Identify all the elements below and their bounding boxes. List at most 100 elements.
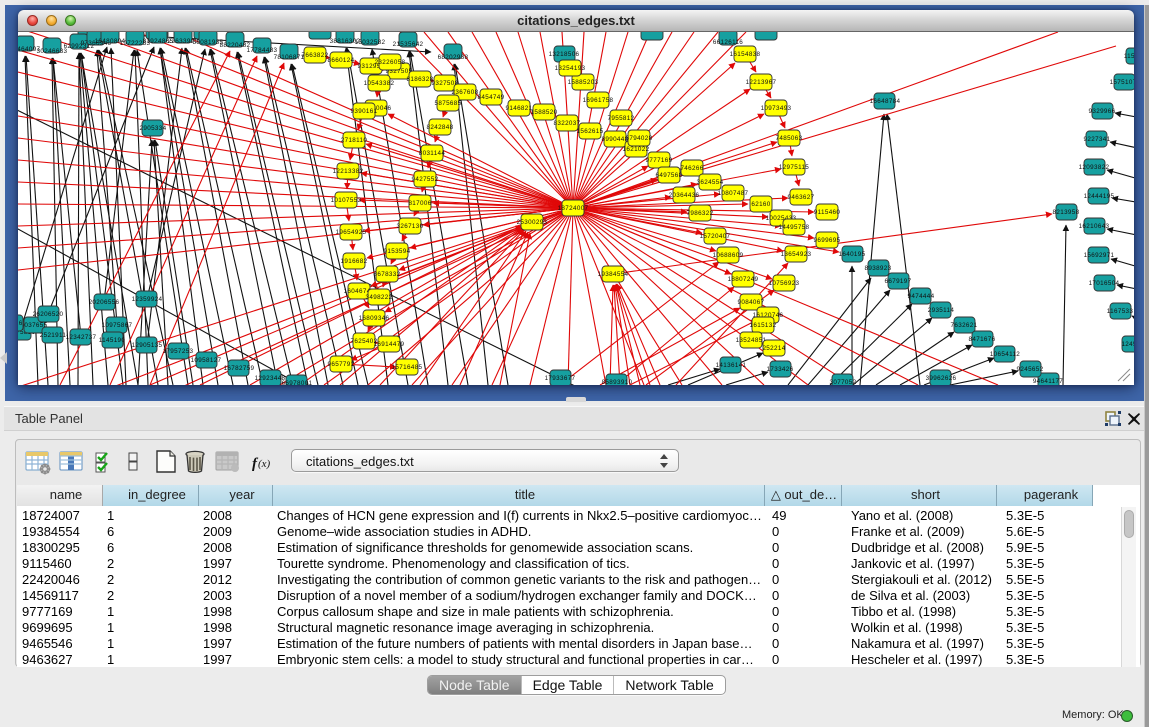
svg-text:3624554: 3624554 [697, 179, 724, 186]
svg-text:7485063: 7485063 [776, 135, 803, 142]
svg-text:8242848: 8242848 [427, 124, 454, 131]
svg-text:17784483: 17784483 [247, 47, 278, 54]
svg-text:78106871: 78106871 [274, 54, 305, 61]
svg-text:12342737: 12342737 [66, 334, 97, 341]
svg-text:12213382: 12213382 [333, 168, 364, 175]
svg-text:15032582: 15032582 [355, 39, 386, 46]
svg-text:2905334: 2905334 [140, 125, 167, 132]
svg-text:8031144: 8031144 [419, 150, 446, 157]
svg-text:9390161: 9390161 [351, 108, 378, 115]
svg-text:10807487: 10807487 [718, 190, 749, 197]
svg-text:10688609: 10688609 [713, 252, 744, 259]
svg-text:16210643: 16210643 [1079, 223, 1110, 230]
svg-text:16648784: 16648784 [870, 98, 901, 105]
svg-text:18807249: 18807249 [728, 276, 759, 283]
svg-text:19384554: 19384554 [598, 271, 629, 278]
svg-text:3267130: 3267130 [397, 223, 424, 230]
svg-text:13654923: 13654923 [781, 251, 812, 258]
svg-text:10756923: 10756923 [769, 280, 800, 287]
svg-text:9227341: 9227341 [1084, 136, 1111, 143]
svg-text:39962626: 39962626 [926, 375, 957, 382]
svg-text:817006: 817006 [408, 200, 431, 207]
svg-text:14136141: 14136141 [716, 362, 747, 369]
svg-text:9329966: 9329966 [1089, 108, 1116, 115]
svg-text:17016504: 17016504 [1089, 280, 1120, 287]
svg-text:19654925: 19654925 [336, 229, 367, 236]
svg-text:85893910: 85893910 [602, 379, 633, 385]
svg-text:14495758: 14495758 [779, 224, 810, 231]
svg-text:9115460: 9115460 [814, 209, 841, 216]
svg-text:6497568: 6497568 [656, 172, 683, 179]
svg-text:16961758: 16961758 [583, 97, 614, 104]
svg-text:7663822: 7663822 [302, 52, 329, 59]
svg-text:8660124: 8660124 [328, 57, 355, 64]
svg-text:10107553: 10107553 [331, 197, 362, 204]
svg-text:20206556: 20206556 [89, 299, 120, 306]
svg-text:9427552: 9427552 [412, 176, 439, 183]
svg-text:124501: 124501 [1121, 341, 1134, 348]
svg-text:1916682: 1916682 [341, 258, 368, 265]
svg-text:2935114: 2935114 [928, 307, 955, 314]
svg-text:1733426: 1733426 [767, 366, 794, 373]
svg-text:9777169: 9777169 [646, 157, 673, 164]
svg-text:12905135: 12905135 [132, 342, 163, 349]
svg-text:15692971: 15692971 [1084, 252, 1115, 259]
svg-text:3077052: 3077052 [830, 379, 857, 385]
svg-text:5875685: 5875685 [435, 100, 462, 107]
svg-text:17957253: 17957253 [163, 348, 194, 355]
svg-text:82226: 82226 [18, 320, 23, 327]
svg-text:1167533: 1167533 [1107, 308, 1134, 315]
svg-text:7986322: 7986322 [687, 210, 714, 217]
svg-text:9153594: 9153594 [384, 248, 411, 255]
svg-text:94641177: 94641177 [1033, 378, 1063, 385]
svg-text:16809346: 16809346 [359, 315, 390, 322]
svg-text:9245652: 9245652 [1017, 366, 1044, 373]
svg-text:23226058: 23226058 [375, 59, 406, 66]
svg-text:16154838: 16154838 [730, 51, 761, 58]
svg-text:1145190: 1145190 [99, 337, 126, 344]
svg-text:13524851: 13524851 [736, 337, 767, 344]
svg-text:12093822: 12093822 [1079, 164, 1110, 171]
svg-text:8322037: 8322037 [554, 120, 581, 127]
svg-text:15720407: 15720407 [700, 233, 731, 240]
svg-text:26206520: 26206520 [33, 311, 64, 318]
svg-text:15716485: 15716485 [392, 364, 423, 371]
svg-text:9474444: 9474444 [908, 293, 935, 300]
svg-text:12444195: 12444195 [1084, 193, 1115, 200]
svg-text:12213967: 12213967 [746, 79, 777, 86]
svg-text:3498222: 3498222 [366, 294, 393, 301]
svg-text:9699695: 9699695 [814, 237, 841, 244]
svg-text:1640195: 1640195 [839, 251, 866, 258]
svg-text:62160: 62160 [751, 201, 770, 208]
svg-text:13254193: 13254193 [555, 65, 586, 72]
svg-text:1151064: 1151064 [1124, 53, 1134, 60]
svg-text:12359924: 12359924 [132, 296, 163, 303]
svg-text:12975115: 12975115 [779, 164, 809, 171]
svg-text:2521911: 2521911 [40, 332, 67, 339]
svg-text:21535642: 21535642 [393, 41, 424, 48]
svg-text:18724007: 18724007 [558, 205, 589, 212]
svg-text:8213958: 8213958 [1053, 209, 1080, 216]
svg-text:9657791: 9657791 [328, 361, 355, 368]
svg-text:17933677: 17933677 [545, 375, 576, 382]
svg-text:(x): (x) [258, 458, 271, 470]
svg-text:15751074: 15751074 [1110, 79, 1134, 86]
svg-text:9146821: 9146821 [506, 105, 533, 112]
svg-text:7632621: 7632621 [951, 322, 978, 329]
svg-text:15885203: 15885203 [568, 79, 599, 86]
svg-text:10654112: 10654112 [990, 351, 1020, 358]
svg-text:8186328: 8186328 [407, 76, 434, 83]
svg-text:25300293: 25300293 [517, 219, 548, 226]
svg-text:13218506: 13218506 [549, 51, 580, 58]
svg-text:16914479: 16914479 [374, 341, 405, 348]
svg-text:9084067: 9084067 [738, 299, 765, 306]
svg-text:8678332: 8678332 [374, 271, 401, 278]
svg-text:20364436: 20364436 [669, 192, 700, 199]
svg-text:1588520: 1588520 [531, 109, 558, 116]
svg-text:66126116: 66126116 [713, 39, 743, 46]
svg-text:10958127: 10958127 [191, 357, 222, 364]
svg-text:9463627: 9463627 [788, 194, 815, 201]
svg-text:252214: 252214 [762, 345, 785, 352]
svg-text:10975867: 10975867 [102, 322, 133, 329]
svg-text:68202938: 68202938 [438, 54, 469, 61]
